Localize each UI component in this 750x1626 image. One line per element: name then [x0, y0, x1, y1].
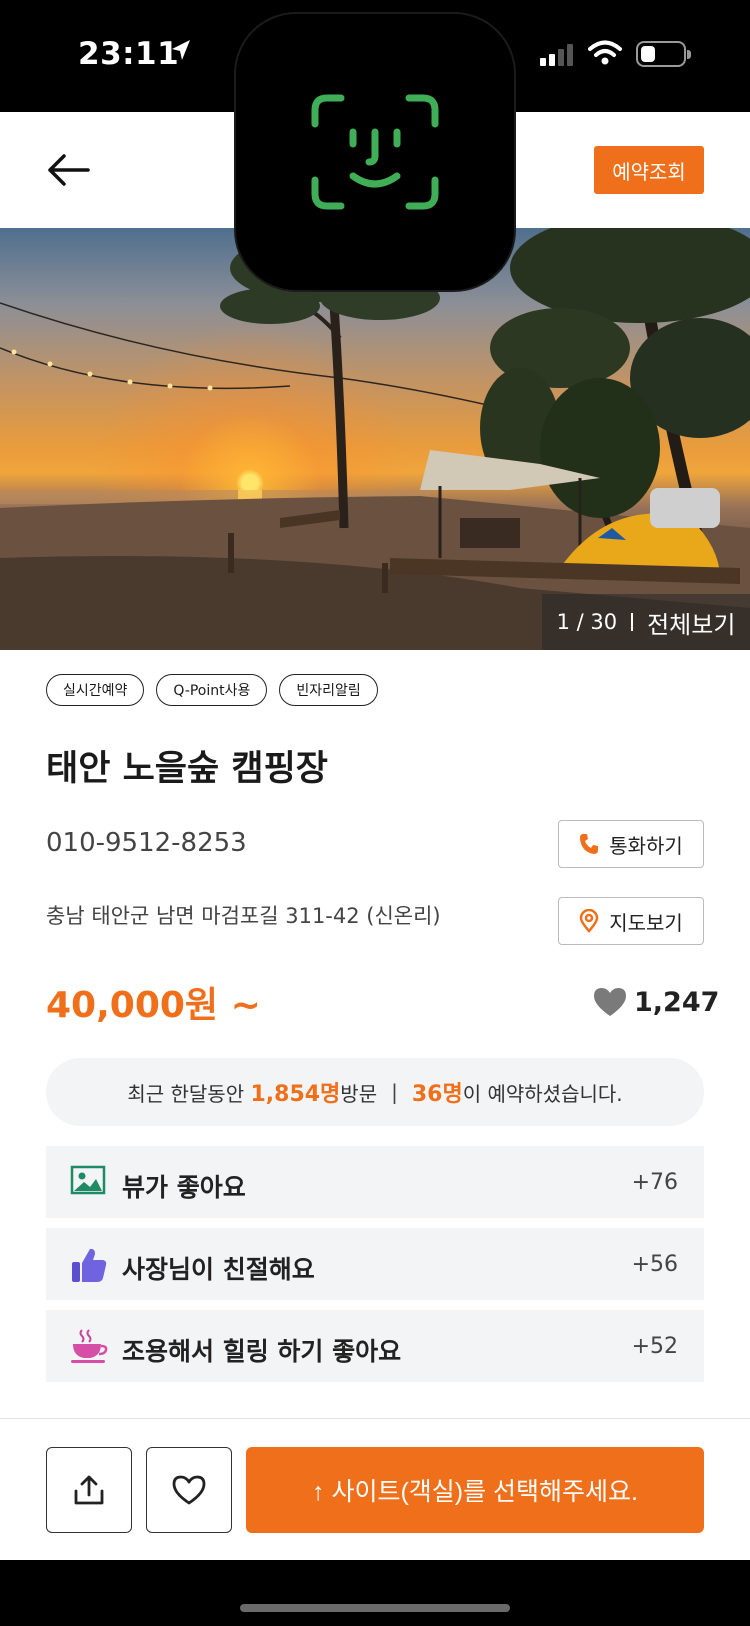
gallery-counter[interactable]: 1 / 30 전체보기	[542, 594, 750, 650]
price: 40,000원 ~	[46, 985, 261, 1026]
address: 충남 태안군 남면 마검포길 311-42 (신온리)	[46, 904, 441, 928]
likes-count: 1,247	[634, 986, 720, 1018]
map-button[interactable]: 지도보기	[558, 897, 704, 945]
view-all-photos[interactable]: 전체보기	[647, 605, 735, 640]
home-indicator-bar[interactable]	[240, 1604, 510, 1612]
heart-filled-icon	[594, 988, 626, 1016]
battery-icon	[636, 41, 691, 67]
tag-vacancy-alert: 빈자리알림	[279, 674, 378, 706]
phone-number: 010-9512-8253	[46, 828, 247, 858]
review-keyword-kind-owner: 사장님이 친절해요 +56	[46, 1228, 704, 1300]
share-icon	[74, 1475, 104, 1505]
review-label: 조용해서 힐링 하기 좋아요	[122, 1337, 402, 1366]
back-arrow-icon	[48, 154, 90, 186]
review-count: +52	[631, 1334, 678, 1359]
status-time: 23:11	[78, 36, 180, 72]
review-label: 뷰가 좋아요	[122, 1173, 246, 1202]
stats-visitors-suffix: 방문	[340, 1081, 378, 1106]
heart-outline-icon	[172, 1475, 206, 1505]
visit-stats: 최근 한달동안 1,854명 방문 | 36명 이 예약하셨습니다.	[46, 1058, 704, 1126]
stats-reservations-suffix: 이 예약하셨습니다.	[462, 1081, 623, 1106]
location-pin-icon	[579, 909, 599, 933]
select-site-button[interactable]: ↑ 사이트(객실)를 선택해주세요.	[246, 1447, 704, 1533]
review-label: 사장님이 친절해요	[122, 1255, 315, 1284]
thumbs-up-icon	[70, 1246, 108, 1288]
gallery-counter-text: 1 / 30	[556, 610, 618, 634]
location-arrow-icon	[170, 38, 192, 68]
home-indicator	[0, 1560, 750, 1626]
stats-prefix: 최근 한달동안	[127, 1081, 245, 1106]
tag-realtime-reservation: 실시간예약	[46, 674, 145, 706]
face-id-overlay	[236, 14, 514, 290]
gallery-divider	[631, 613, 634, 631]
review-keyword-view: 뷰가 좋아요 +76	[46, 1146, 704, 1218]
stats-divider: |	[391, 1080, 398, 1104]
picture-icon	[70, 1164, 106, 1200]
coffee-cup-icon	[70, 1328, 108, 1368]
cellular-signal-icon	[540, 44, 574, 70]
hero-image[interactable]: 1 / 30 전체보기	[0, 228, 750, 650]
phone-icon	[580, 834, 599, 854]
stats-visitors: 1,854명	[250, 1082, 341, 1107]
feature-tags: 실시간예약 Q-Point사용 빈자리알림	[46, 674, 378, 706]
tag-q-point: Q-Point사용	[156, 674, 268, 706]
favorite-button[interactable]	[146, 1447, 232, 1533]
review-keyword-quiet-healing: 조용해서 힐링 하기 좋아요 +52	[46, 1310, 704, 1382]
campsite-sunset-scene	[0, 228, 750, 650]
share-button[interactable]	[46, 1447, 132, 1533]
reservation-lookup-button[interactable]: 예약조회	[594, 146, 704, 194]
map-button-label: 지도보기	[609, 910, 683, 935]
wifi-icon	[588, 40, 622, 70]
back-button[interactable]	[44, 148, 92, 192]
review-count: +76	[631, 1170, 678, 1195]
stats-reservations: 36명	[411, 1082, 463, 1107]
call-button[interactable]: 통화하기	[558, 820, 704, 868]
call-button-label: 통화하기	[609, 833, 683, 858]
likes[interactable]: 1,247	[592, 986, 719, 1018]
face-id-icon	[311, 94, 439, 210]
place-title: 태안 노을숲 캠핑장	[46, 749, 328, 789]
bottom-action-bar: ↑ 사이트(객실)를 선택해주세요.	[0, 1418, 750, 1560]
review-count: +56	[631, 1252, 678, 1277]
